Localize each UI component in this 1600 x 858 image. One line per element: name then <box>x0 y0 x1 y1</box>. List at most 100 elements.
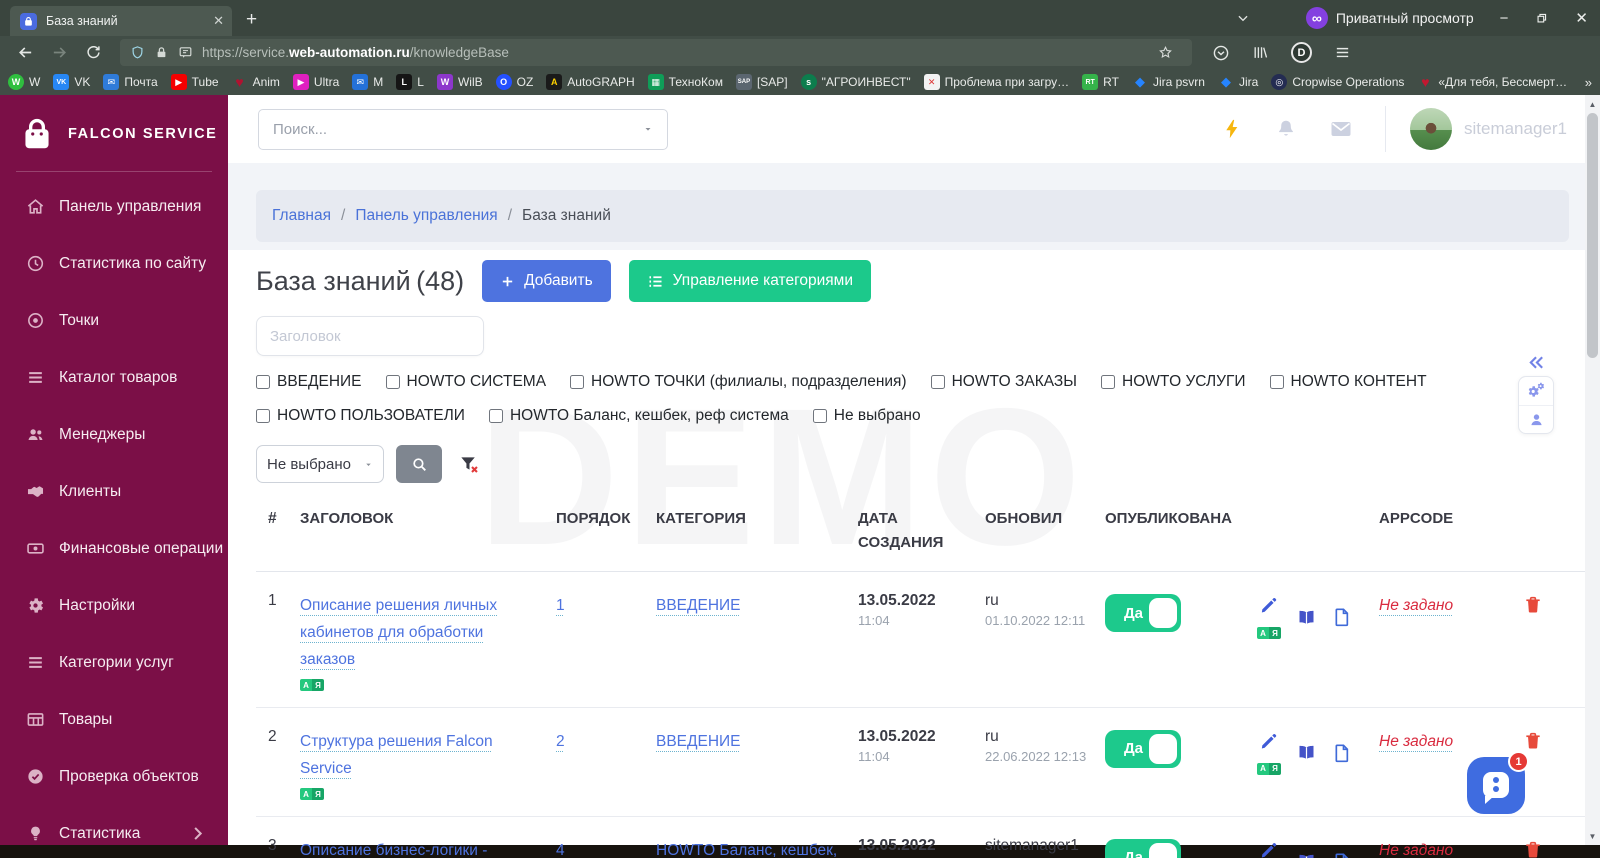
file-icon[interactable] <box>1332 595 1352 639</box>
filter-checkbox[interactable]: ВВЕДЕНИЕ <box>256 373 362 391</box>
filter-checkbox[interactable]: HOWTO УСЛУГИ <box>1101 373 1246 391</box>
order-link[interactable]: 1 <box>556 597 565 614</box>
bookmark-item[interactable]: SAP [SAP] <box>735 74 788 90</box>
published-toggle[interactable]: Да <box>1105 594 1181 632</box>
bookmark-item[interactable]: VK VK <box>53 74 90 90</box>
bolt-icon[interactable] <box>1221 118 1243 140</box>
menu-hamburger-icon[interactable] <box>1334 44 1351 61</box>
book-icon[interactable] <box>1296 840 1317 858</box>
sidebar-item-managers[interactable]: Менеджеры <box>0 406 228 463</box>
category-link[interactable]: ВВЕДЕНИЕ <box>656 733 741 750</box>
chevrons-left-collapse-icon[interactable] <box>1526 352 1547 373</box>
scroll-up-icon[interactable]: ▲ <box>1585 97 1600 111</box>
trash-icon[interactable] <box>1481 837 1585 858</box>
bookmark-item[interactable]: ▦ ТехноКом <box>647 74 723 90</box>
order-link[interactable]: 4 <box>556 842 565 858</box>
bookmark-star-icon[interactable] <box>1158 45 1173 60</box>
sidebar-item-settings[interactable]: Настройки <box>0 577 228 634</box>
url-bar[interactable]: https://service.web-automation.ru/knowle… <box>120 39 1192 66</box>
search-button[interactable] <box>396 445 442 483</box>
reload-icon[interactable] <box>85 44 102 61</box>
library-icon[interactable] <box>1252 44 1269 61</box>
edit-pencil-icon[interactable] <box>1259 840 1279 858</box>
user-avatar[interactable] <box>1409 108 1452 150</box>
back-icon[interactable] <box>17 44 34 61</box>
list-tabs-chevron-icon[interactable] <box>1236 11 1250 25</box>
bookmark-item[interactable]: s "АГРОИНВЕСТ" <box>800 74 911 90</box>
article-title-link[interactable]: Описание бизнес-логики - баллы, баланс, … <box>300 842 487 858</box>
bookmark-item[interactable]: ◎ Cropwise Operations <box>1271 74 1404 90</box>
scroll-down-icon[interactable]: ▼ <box>1585 829 1600 843</box>
published-toggle[interactable]: Да <box>1105 838 1181 858</box>
filter-checkbox[interactable]: HOWTO КОНТЕНТ <box>1269 373 1427 391</box>
category-link[interactable]: ВВЕДЕНИЕ <box>656 597 741 614</box>
bookmarks-overflow-chevron[interactable]: » <box>1576 69 1592 95</box>
new-tab-button[interactable]: + <box>246 9 257 31</box>
bookmark-item[interactable]: W WilB <box>436 74 483 90</box>
filter-checkbox[interactable]: HOWTO Баланс, кешбек, реф система <box>488 407 789 425</box>
permissions-icon[interactable] <box>178 45 193 60</box>
article-title-link[interactable]: Описание решения личных кабинетов для об… <box>300 597 497 668</box>
book-icon[interactable] <box>1296 595 1317 639</box>
bookmark-item[interactable]: ✉ M <box>352 74 383 90</box>
sidebar-item-site-stats[interactable]: Статистика по сайту <box>0 235 228 292</box>
bookmark-item[interactable]: ♥ Anim <box>232 74 280 90</box>
sidebar-item-statistics[interactable]: Статистика <box>0 805 228 845</box>
filter-checkbox[interactable]: HOWTO ПОЛЬЗОВАТЕЛИ <box>256 407 465 425</box>
file-icon[interactable] <box>1332 840 1352 858</box>
bookmark-item[interactable]: LL <box>396 74 424 90</box>
bookmark-item[interactable]: ◆ Jira <box>1218 74 1258 90</box>
edit-pencil-icon[interactable] <box>1259 731 1279 751</box>
brand[interactable]: FALCON SERVICE <box>0 95 228 169</box>
clear-filter-icon[interactable] <box>458 453 481 476</box>
browser-tab[interactable]: База знаний ✕ <box>10 6 232 36</box>
add-button[interactable]: Добавить <box>482 260 611 302</box>
appcode-link[interactable]: Не задано <box>1379 840 1453 858</box>
bookmark-item[interactable]: A AutoGRAPH <box>546 74 635 90</box>
order-link[interactable]: 2 <box>556 733 565 750</box>
category-link[interactable]: HOWTO Баланс, кешбек, реф система <box>656 842 837 858</box>
scrollbar-thumb[interactable] <box>1587 113 1598 358</box>
bookmark-item[interactable]: ✕ Проблема при загру… <box>923 74 1069 90</box>
sidebar-item-dashboard[interactable]: Панель управления <box>0 178 228 235</box>
filter-checkbox[interactable]: HOWTO СИСТЕМА <box>385 373 546 391</box>
page-scrollbar[interactable]: ▲ ▼ <box>1585 95 1600 845</box>
manage-categories-button[interactable]: Управление категориями <box>628 260 871 302</box>
restore-button[interactable] <box>1534 11 1549 26</box>
sidebar-item-goods[interactable]: Товары <box>0 691 228 748</box>
title-filter-input[interactable] <box>256 316 484 356</box>
lock-icon[interactable] <box>154 45 169 60</box>
minimize-button[interactable]: − <box>1500 10 1509 27</box>
bell-icon[interactable] <box>1275 118 1297 140</box>
file-icon[interactable] <box>1332 731 1352 775</box>
pocket-icon[interactable] <box>1212 44 1230 62</box>
forward-icon[interactable] <box>51 44 68 61</box>
trash-icon[interactable] <box>1481 728 1585 751</box>
sidebar-item-service-categories[interactable]: Категории услуг <box>0 634 228 691</box>
person-icon[interactable] <box>1519 404 1553 434</box>
bookmark-item[interactable]: WW <box>8 74 40 90</box>
global-search-select[interactable]: Поиск... <box>258 108 668 150</box>
tab-close-icon[interactable]: ✕ <box>213 13 224 29</box>
book-icon[interactable] <box>1296 731 1317 775</box>
sidebar-item-clients[interactable]: Клиенты <box>0 463 228 520</box>
article-title-link[interactable]: Структура решения Falcon Service <box>300 733 493 777</box>
close-button[interactable]: ✕ <box>1575 9 1588 27</box>
bookmark-item[interactable]: RT RT <box>1082 74 1119 90</box>
tracking-shield-icon[interactable] <box>130 45 145 60</box>
trash-icon[interactable] <box>1481 592 1585 615</box>
sidebar-item-catalog[interactable]: Каталог товаров <box>0 349 228 406</box>
breadcrumb-dashboard-link[interactable]: Панель управления <box>355 207 497 225</box>
sidebar-item-object-check[interactable]: Проверка объектов <box>0 748 228 805</box>
username[interactable]: sitemanager1 <box>1464 119 1567 139</box>
category-select[interactable]: Не выбрано <box>256 445 384 483</box>
sidebar-item-finance[interactable]: Финансовые операции <box>0 520 228 577</box>
filter-checkbox[interactable]: HOWTO ТОЧКИ (филиалы, подразделения) <box>570 373 907 391</box>
bookmark-item[interactable]: ✉ Почта <box>103 74 158 90</box>
breadcrumb-home-link[interactable]: Главная <box>272 207 331 225</box>
edit-pencil-icon[interactable] <box>1259 595 1279 615</box>
bookmark-item[interactable]: ◆ Jira psvrn <box>1132 74 1205 90</box>
chat-widget-button[interactable]: 1 <box>1467 751 1529 814</box>
bookmark-item[interactable]: ▶ Ultra <box>292 74 339 90</box>
browser-profile-avatar[interactable]: D <box>1291 42 1312 63</box>
